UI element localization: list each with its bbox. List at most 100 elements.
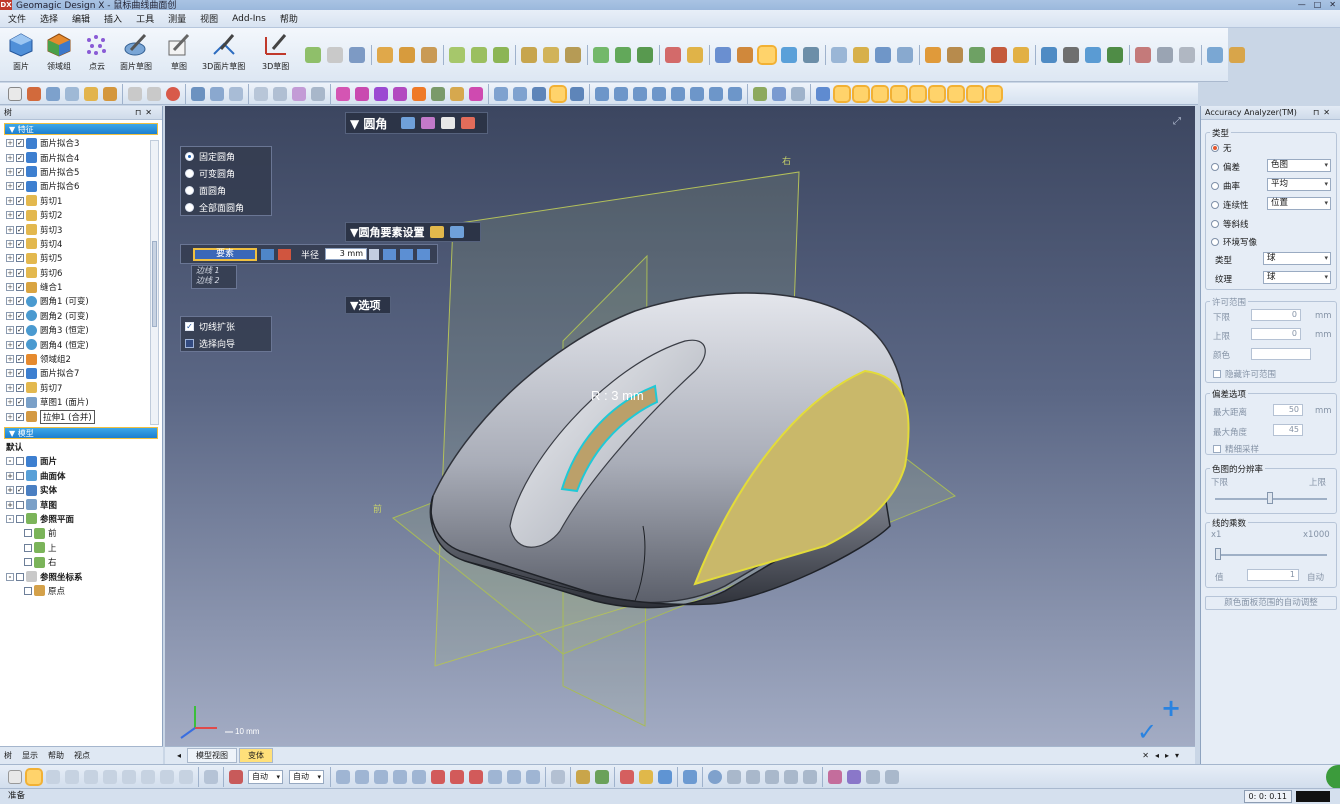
globe-icon[interactable] — [708, 769, 722, 784]
radio-face-fillet[interactable]: 面圆角 — [181, 182, 271, 199]
import-icon[interactable] — [27, 86, 41, 101]
tree-item[interactable]: + ✓ 剪切7 — [6, 381, 162, 395]
window-controls[interactable]: — □ ✕ — [1298, 0, 1336, 10]
tree-item[interactable]: + ✓ 面片拟合7 — [6, 366, 162, 380]
curvature-mode-select[interactable]: 平均 — [1267, 178, 1331, 191]
chamfer-icon[interactable] — [615, 47, 631, 63]
minimize-button[interactable]: — — [1298, 0, 1306, 10]
3d-mesh-sketch-button[interactable]: 3D面片草图 — [202, 32, 245, 78]
undo-icon[interactable] — [128, 86, 142, 101]
viewport-nav-icons[interactable]: ✕◂▸▾ — [1142, 751, 1185, 760]
filter-icon[interactable] — [229, 769, 243, 784]
view-bottom-icon[interactable] — [393, 86, 407, 101]
auto-surface-icon[interactable] — [521, 47, 537, 63]
tree-item[interactable]: + ✓ 面片拟合5 — [6, 165, 162, 179]
display-option-9-icon[interactable] — [488, 769, 502, 784]
deviation-mode-select[interactable]: 色图 — [1267, 159, 1331, 172]
select-icon[interactable] — [261, 248, 274, 260]
render-shaded-icon[interactable] — [513, 86, 527, 101]
zoom-fit-icon[interactable] — [254, 86, 268, 101]
display-option-7-icon[interactable] — [450, 769, 464, 784]
align-icon[interactable] — [715, 47, 731, 63]
tree-item[interactable]: - 参照坐标系 — [6, 569, 162, 583]
trim-icon[interactable] — [1107, 47, 1123, 63]
3d-sketch-button[interactable]: 3D草图 — [262, 32, 289, 78]
select-face-icon[interactable] — [229, 86, 243, 101]
tree-item[interactable]: + ✓ 实体 — [6, 483, 162, 497]
list-icon[interactable] — [450, 226, 465, 238]
ref-vector-icon[interactable] — [772, 86, 786, 101]
pin-icon[interactable]: ⊓✕ — [135, 106, 156, 120]
fine-sampling-checkbox[interactable]: 精细采样 — [1213, 443, 1259, 455]
color-icon[interactable] — [576, 769, 590, 784]
close-button[interactable]: ✕ — [1329, 0, 1336, 10]
menu-file[interactable]: 文件 — [8, 12, 26, 25]
select-all-icon[interactable] — [179, 769, 193, 784]
select-brush-icon[interactable] — [103, 769, 117, 784]
mesh-sketch-button[interactable]: 面片草图 — [120, 32, 152, 78]
zoom-window-icon[interactable] — [273, 86, 287, 101]
display-sketch-icon[interactable] — [728, 86, 742, 101]
filter-3-icon[interactable] — [852, 84, 870, 103]
display-curve-icon[interactable] — [671, 86, 685, 101]
tree-item[interactable]: + ✓ 面片拟合6 — [6, 179, 162, 193]
tab-viewpoint[interactable]: 视点 — [74, 750, 90, 761]
menu-addins[interactable]: Add-Ins — [232, 14, 266, 24]
open-icon[interactable] — [84, 86, 98, 101]
select-body-icon[interactable] — [210, 86, 224, 101]
curve-multiplier-slider-thumb[interactable] — [1215, 548, 1221, 560]
camera-icon[interactable] — [784, 769, 798, 784]
display-points-icon[interactable] — [614, 86, 628, 101]
pause-icon[interactable] — [421, 117, 436, 129]
select-flood-icon[interactable] — [141, 769, 155, 784]
filter-6-icon[interactable] — [909, 84, 927, 103]
tab-display[interactable]: 显示 — [22, 750, 38, 761]
tab-tree[interactable]: 树 — [4, 750, 12, 761]
menu-edit[interactable]: 编辑 — [72, 12, 90, 25]
fillet-panel-header[interactable]: ▼ 圆角 — [345, 112, 488, 134]
radio-none[interactable]: 无 — [1211, 142, 1232, 154]
display-solid-icon[interactable] — [652, 86, 666, 101]
resolution-slider-thumb[interactable] — [1267, 492, 1273, 504]
tree-item[interactable]: - 参照平面 — [6, 512, 162, 526]
tree-item[interactable]: + ✓ 面片拟合3 — [6, 136, 162, 150]
filter-10-icon[interactable] — [985, 84, 1003, 103]
display-option-8-icon[interactable] — [469, 769, 483, 784]
grid-display-icon[interactable] — [683, 769, 697, 784]
display-option-10-icon[interactable] — [507, 769, 521, 784]
pattern-icon[interactable] — [947, 47, 963, 63]
view-iso-icon[interactable] — [450, 86, 464, 101]
surface-revolve-icon[interactable] — [471, 47, 487, 63]
tree-item[interactable]: + ✓ 草图1 (面片) — [6, 395, 162, 409]
env-type-select[interactable]: 球 — [1263, 252, 1331, 265]
display-surface-icon[interactable] — [633, 86, 647, 101]
split-icon[interactable] — [687, 47, 703, 63]
radio-isoline[interactable]: 等斜线 — [1211, 218, 1249, 230]
view-back-icon[interactable] — [355, 86, 369, 101]
env-texture-select[interactable]: 球 — [1263, 271, 1331, 284]
ok-cancel-gizmo[interactable]: + ✓ — [1137, 694, 1181, 746]
select-circle-icon[interactable] — [46, 769, 60, 784]
radius-input[interactable]: 3 mm — [325, 248, 368, 260]
mesh-fit-icon[interactable] — [543, 47, 559, 63]
preview-icon[interactable] — [401, 117, 416, 129]
scene-2-icon[interactable] — [847, 769, 861, 784]
tree-item[interactable]: 前 — [6, 526, 162, 540]
3d-viewport[interactable]: R : 3 mm 右 前 10 mm + ✓ ⤢ ▼ 圆角 固定圆角 可变圆角 … — [165, 106, 1195, 746]
tree-item[interactable]: + ✓ 面片拟合4 — [6, 150, 162, 164]
model-scene[interactable]: R : 3 mm 右 前 10 mm + ✓ ⤢ — [165, 106, 1195, 746]
display-option-1-icon[interactable] — [336, 769, 350, 784]
select-extend-icon[interactable] — [160, 769, 174, 784]
save-icon[interactable] — [46, 86, 60, 101]
lower-limit-input[interactable]: 0 — [1251, 309, 1301, 321]
display-option-5-icon[interactable] — [412, 769, 426, 784]
cancel-icon[interactable] — [461, 117, 476, 129]
loft-icon[interactable] — [565, 47, 581, 63]
pointer-icon[interactable] — [204, 769, 218, 784]
surface-sweep-icon[interactable] — [493, 47, 509, 63]
texture-icon[interactable] — [595, 769, 609, 784]
view-right-icon[interactable] — [431, 86, 445, 101]
cut-icon[interactable] — [1063, 47, 1079, 63]
display-option-11-icon[interactable] — [526, 769, 540, 784]
view-top-icon[interactable] — [374, 86, 388, 101]
